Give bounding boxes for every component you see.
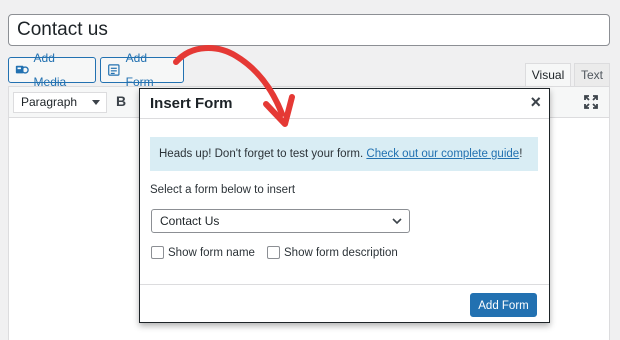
add-form-button[interactable]: Add Form [100, 51, 184, 89]
show-form-description-checkbox[interactable] [267, 246, 280, 259]
select-form-label: Select a form below to insert [150, 184, 296, 196]
complete-guide-link[interactable]: Check out our complete guide [366, 148, 519, 160]
post-title-input[interactable]: Contact us [8, 14, 610, 46]
fullscreen-icon[interactable] [584, 95, 598, 109]
add-form-submit-button[interactable]: Add Form [470, 293, 537, 317]
add-media-button[interactable]: Add Media [8, 51, 96, 89]
notice-end: ! [519, 148, 523, 160]
bold-button[interactable]: B [116, 93, 126, 109]
form-select-value: Contact Us [160, 214, 220, 228]
modal-header: Insert Form × [140, 89, 549, 119]
tab-text[interactable]: Text [574, 63, 610, 87]
show-form-name-option[interactable]: Show form name [151, 246, 255, 259]
notice-banner: Heads up! Don't forget to test your form… [150, 137, 538, 171]
insert-form-modal: Insert Form × Heads up! Don't forget to … [139, 88, 550, 323]
modal-title: Insert Form [150, 95, 233, 112]
format-select-value: Paragraph [21, 95, 78, 109]
modal-footer: Add Form [140, 284, 549, 322]
show-form-name-label: Show form name [168, 246, 255, 259]
paragraph-format-select[interactable]: Paragraph [13, 92, 107, 113]
notice-text: Heads up! Don't forget to test your form… [159, 148, 367, 160]
show-form-description-option[interactable]: Show form description [267, 246, 398, 259]
add-form-icon [108, 64, 120, 76]
close-icon[interactable]: × [530, 92, 541, 113]
show-form-name-checkbox[interactable] [151, 246, 164, 259]
add-media-icon [15, 65, 29, 74]
chevron-down-icon [392, 218, 402, 225]
form-select-dropdown[interactable]: Contact Us [151, 209, 410, 233]
tab-visual[interactable]: Visual [525, 63, 571, 87]
caret-down-icon [92, 100, 100, 105]
show-form-description-label: Show form description [284, 246, 398, 259]
